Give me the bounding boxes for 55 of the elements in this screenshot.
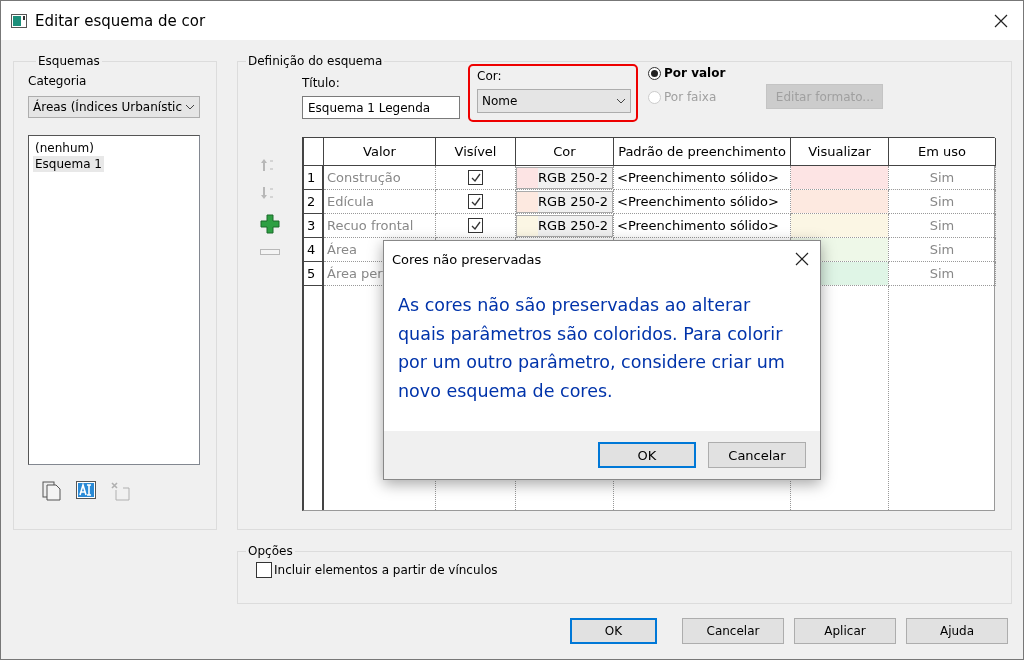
group-title: Esquemas	[37, 54, 101, 68]
rename-icon[interactable]	[76, 481, 96, 499]
checkbox[interactable]	[468, 218, 483, 233]
dialog-button[interactable]: Cancelar	[682, 618, 784, 644]
table-cell: Sim	[889, 214, 996, 238]
table-cell: Sim	[889, 190, 996, 214]
color-button[interactable]: RGB 250-2	[516, 214, 613, 237]
copy-icon[interactable]	[42, 481, 62, 501]
dialog-button[interactable]: OK	[570, 618, 657, 644]
schemes-list[interactable]: (nenhum) Esquema 1	[28, 135, 200, 465]
row-number: 2	[304, 190, 324, 214]
column-header[interactable]: Visualizar	[791, 138, 889, 166]
column-header[interactable]: Em uso	[889, 138, 996, 166]
alert-message: As cores não são preservadas ao alterar quais parâmetros são coloridos. Para colorir por um outro parâmetro, considere criar um novo esquema de cores.	[397, 294, 786, 403]
radio-button[interactable]: Por valor	[648, 66, 726, 80]
include-links-checkbox[interactable]: Incluir elementos a partir de vínculos	[238, 558, 498, 578]
app-icon	[11, 13, 27, 28]
group-title: Opções	[247, 544, 294, 558]
list-item[interactable]: (nenhum)	[33, 140, 96, 156]
column-header[interactable]: Cor	[516, 138, 614, 166]
title-field[interactable]: Esquema 1 Legenda	[302, 96, 460, 119]
color-button[interactable]: RGB 250-2	[516, 166, 613, 189]
row-number: 1	[304, 166, 324, 190]
close-icon	[994, 13, 1008, 28]
checkbox[interactable]	[468, 170, 483, 185]
column-header[interactable]: Visível	[436, 138, 516, 166]
table-cell: Construção	[324, 166, 436, 190]
alert-button[interactable]: Cancelar	[708, 442, 806, 468]
color-label: Cor:	[477, 69, 502, 83]
checkbox[interactable]	[468, 194, 483, 209]
chevron-down-icon	[616, 98, 626, 104]
dialog-button[interactable]: Aplicar	[794, 618, 896, 644]
row-number: 5	[304, 262, 324, 286]
column-header[interactable]: Padrão de preenchimento	[614, 138, 791, 166]
table-cell: Sim	[889, 166, 996, 190]
close-icon	[795, 252, 809, 266]
dialog-button[interactable]: Ajuda	[906, 618, 1008, 644]
chevron-down-icon	[185, 104, 195, 110]
add-icon[interactable]	[260, 214, 280, 234]
table-cell: Edícula	[324, 190, 436, 214]
table-cell: Sim	[889, 262, 996, 286]
window-title: Editar esquema de cor	[35, 11, 207, 30]
category-dropdown[interactable]: Áreas (Índices Urbanístic	[28, 96, 200, 118]
column-header[interactable]: Valor	[324, 138, 436, 166]
alert-button[interactable]: OK	[598, 442, 696, 468]
row-number: 4	[304, 238, 324, 262]
title-label: Título:	[302, 76, 340, 90]
table-cell: Recuo frontal	[324, 214, 436, 238]
color-button[interactable]: RGB 250-2	[516, 190, 613, 213]
table-cell: Sim	[889, 238, 996, 262]
category-label: Categoria	[28, 74, 88, 88]
list-item[interactable]: Esquema 1	[33, 156, 104, 172]
color-dropdown[interactable]: Nome	[477, 89, 631, 113]
group-title: Definição do esquema	[247, 54, 384, 68]
row-number: 3	[304, 214, 324, 238]
